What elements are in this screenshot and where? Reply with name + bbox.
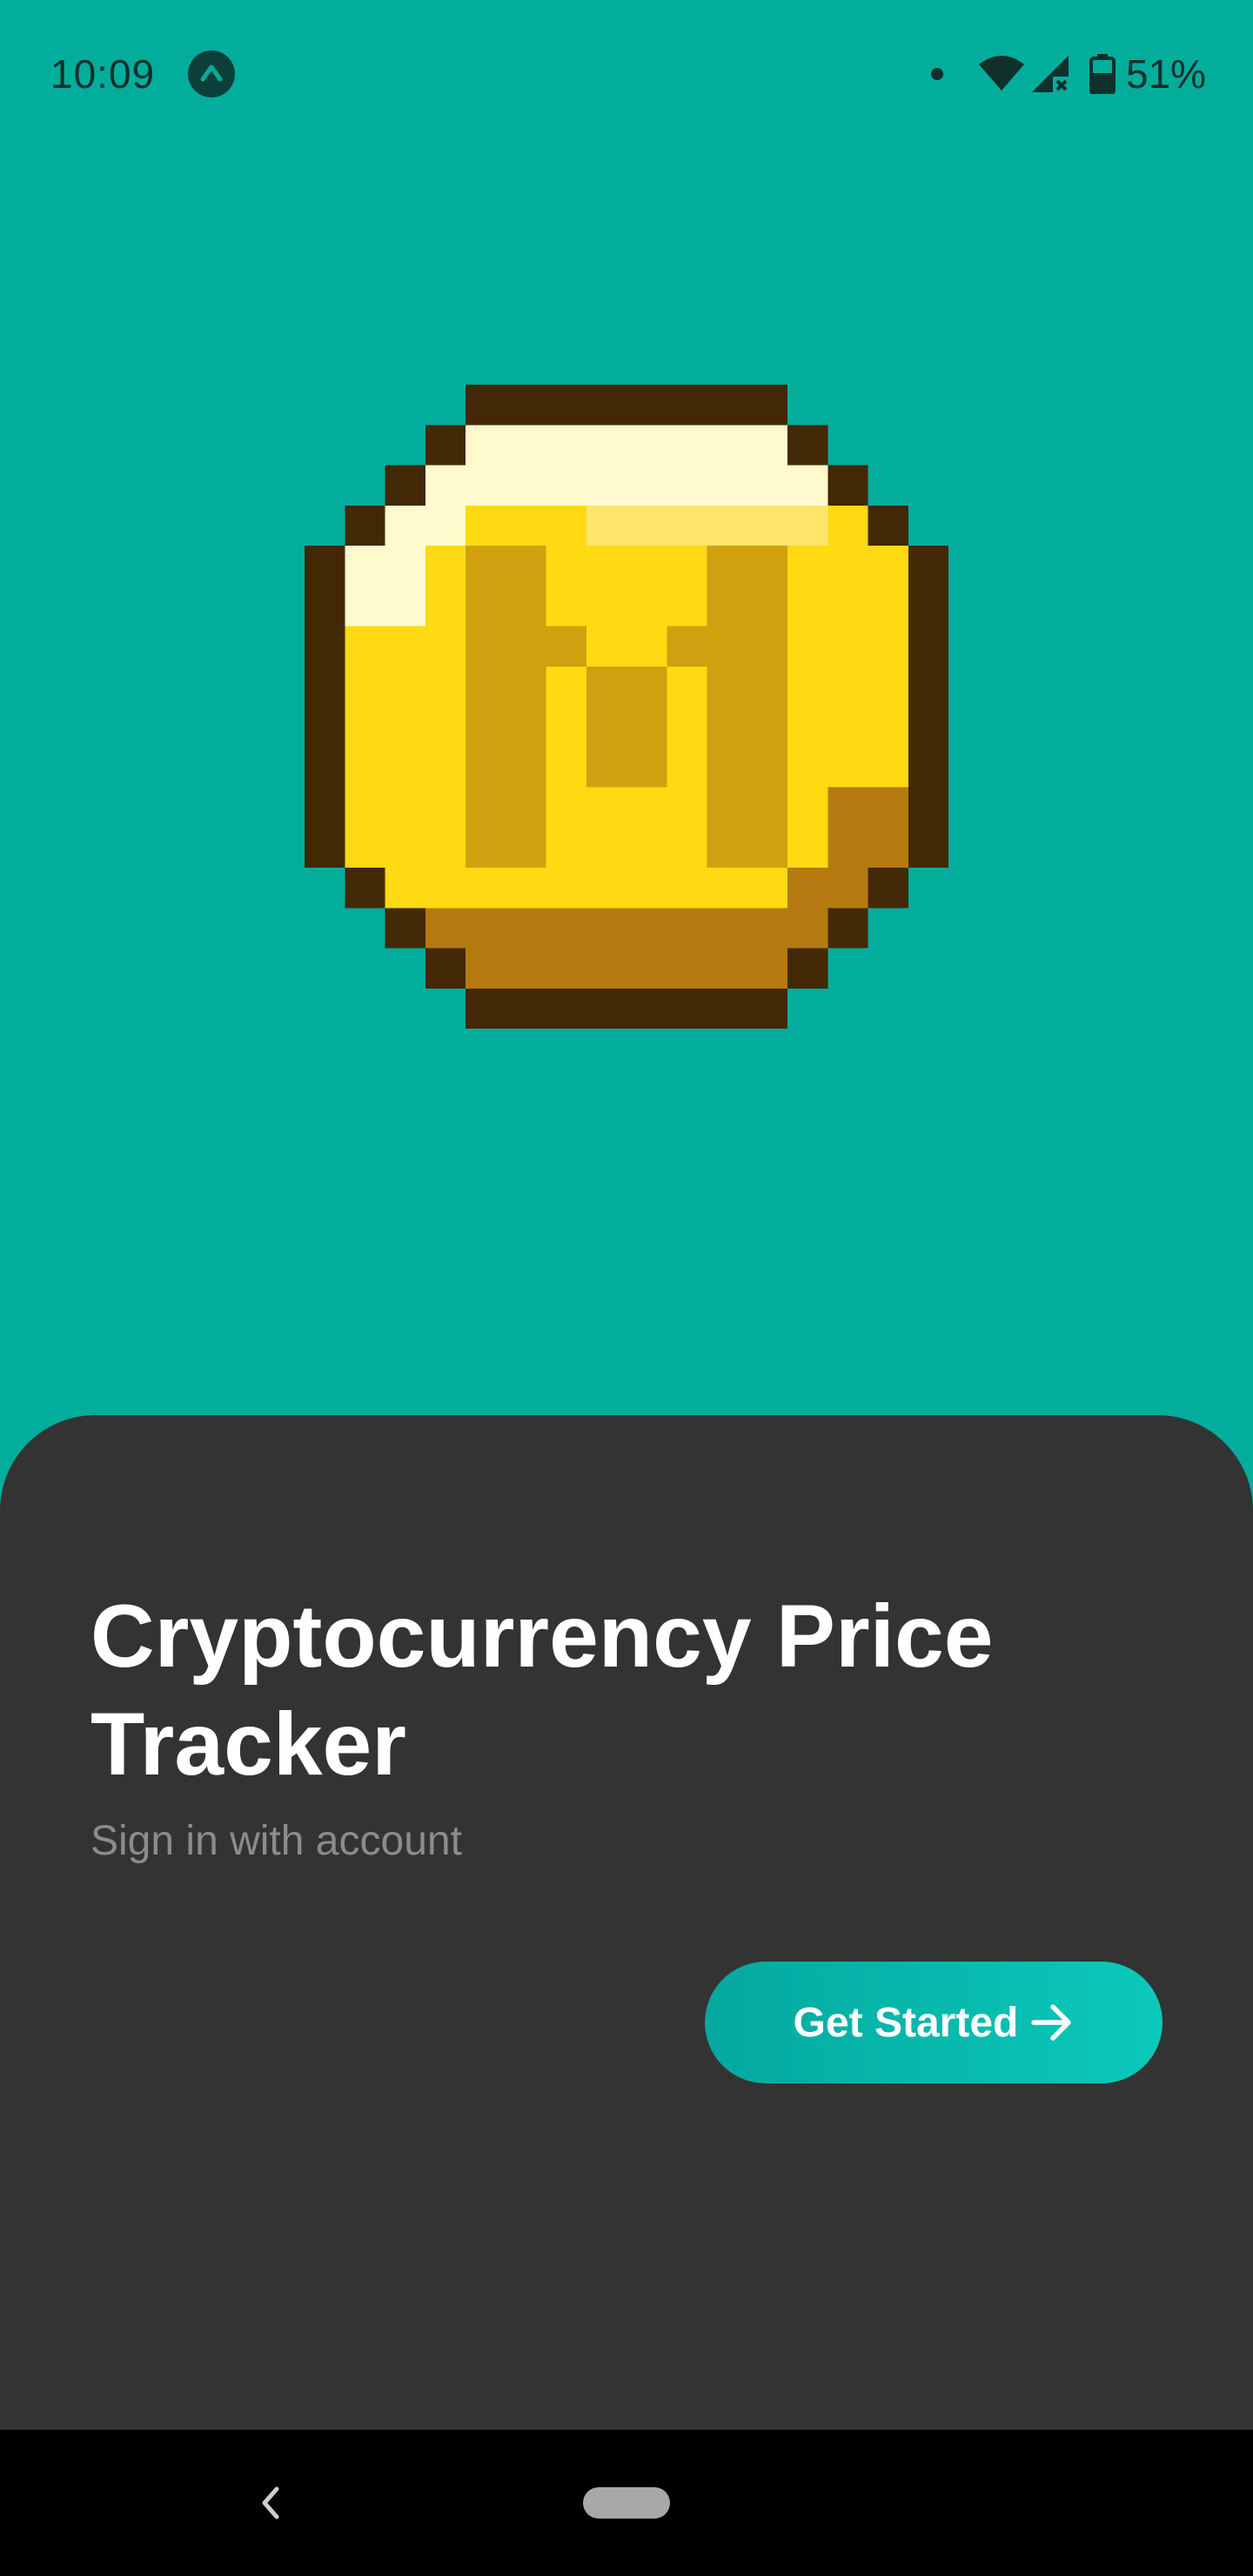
- status-time: 10:09: [50, 51, 156, 97]
- dot-icon: [931, 68, 943, 80]
- subtitle: Sign in with account: [90, 1818, 462, 1864]
- signal-icon: [1032, 56, 1069, 92]
- status-bar: 10:09 51%: [0, 0, 1253, 148]
- battery-percent: 51%: [1126, 51, 1207, 97]
- navigation-bar: [0, 2430, 1253, 2576]
- app-notification-icon: [188, 50, 235, 97]
- arrow-right-icon: [1031, 2004, 1072, 2041]
- get-started-label: Get Started: [793, 1999, 1019, 2046]
- get-started-button[interactable]: Get Started: [705, 1962, 1163, 2083]
- home-pill-icon[interactable]: [583, 2487, 670, 2519]
- page-title: Cryptocurrency Price Tracker: [90, 1587, 994, 1794]
- back-icon[interactable]: [258, 2484, 284, 2522]
- battery-icon: [1089, 54, 1116, 94]
- welcome-sheet: Cryptocurrency Price Tracker Sign in wit…: [0, 1415, 1253, 2430]
- pixel-coin-icon: [305, 385, 948, 1029]
- wifi-icon: [979, 56, 1024, 91]
